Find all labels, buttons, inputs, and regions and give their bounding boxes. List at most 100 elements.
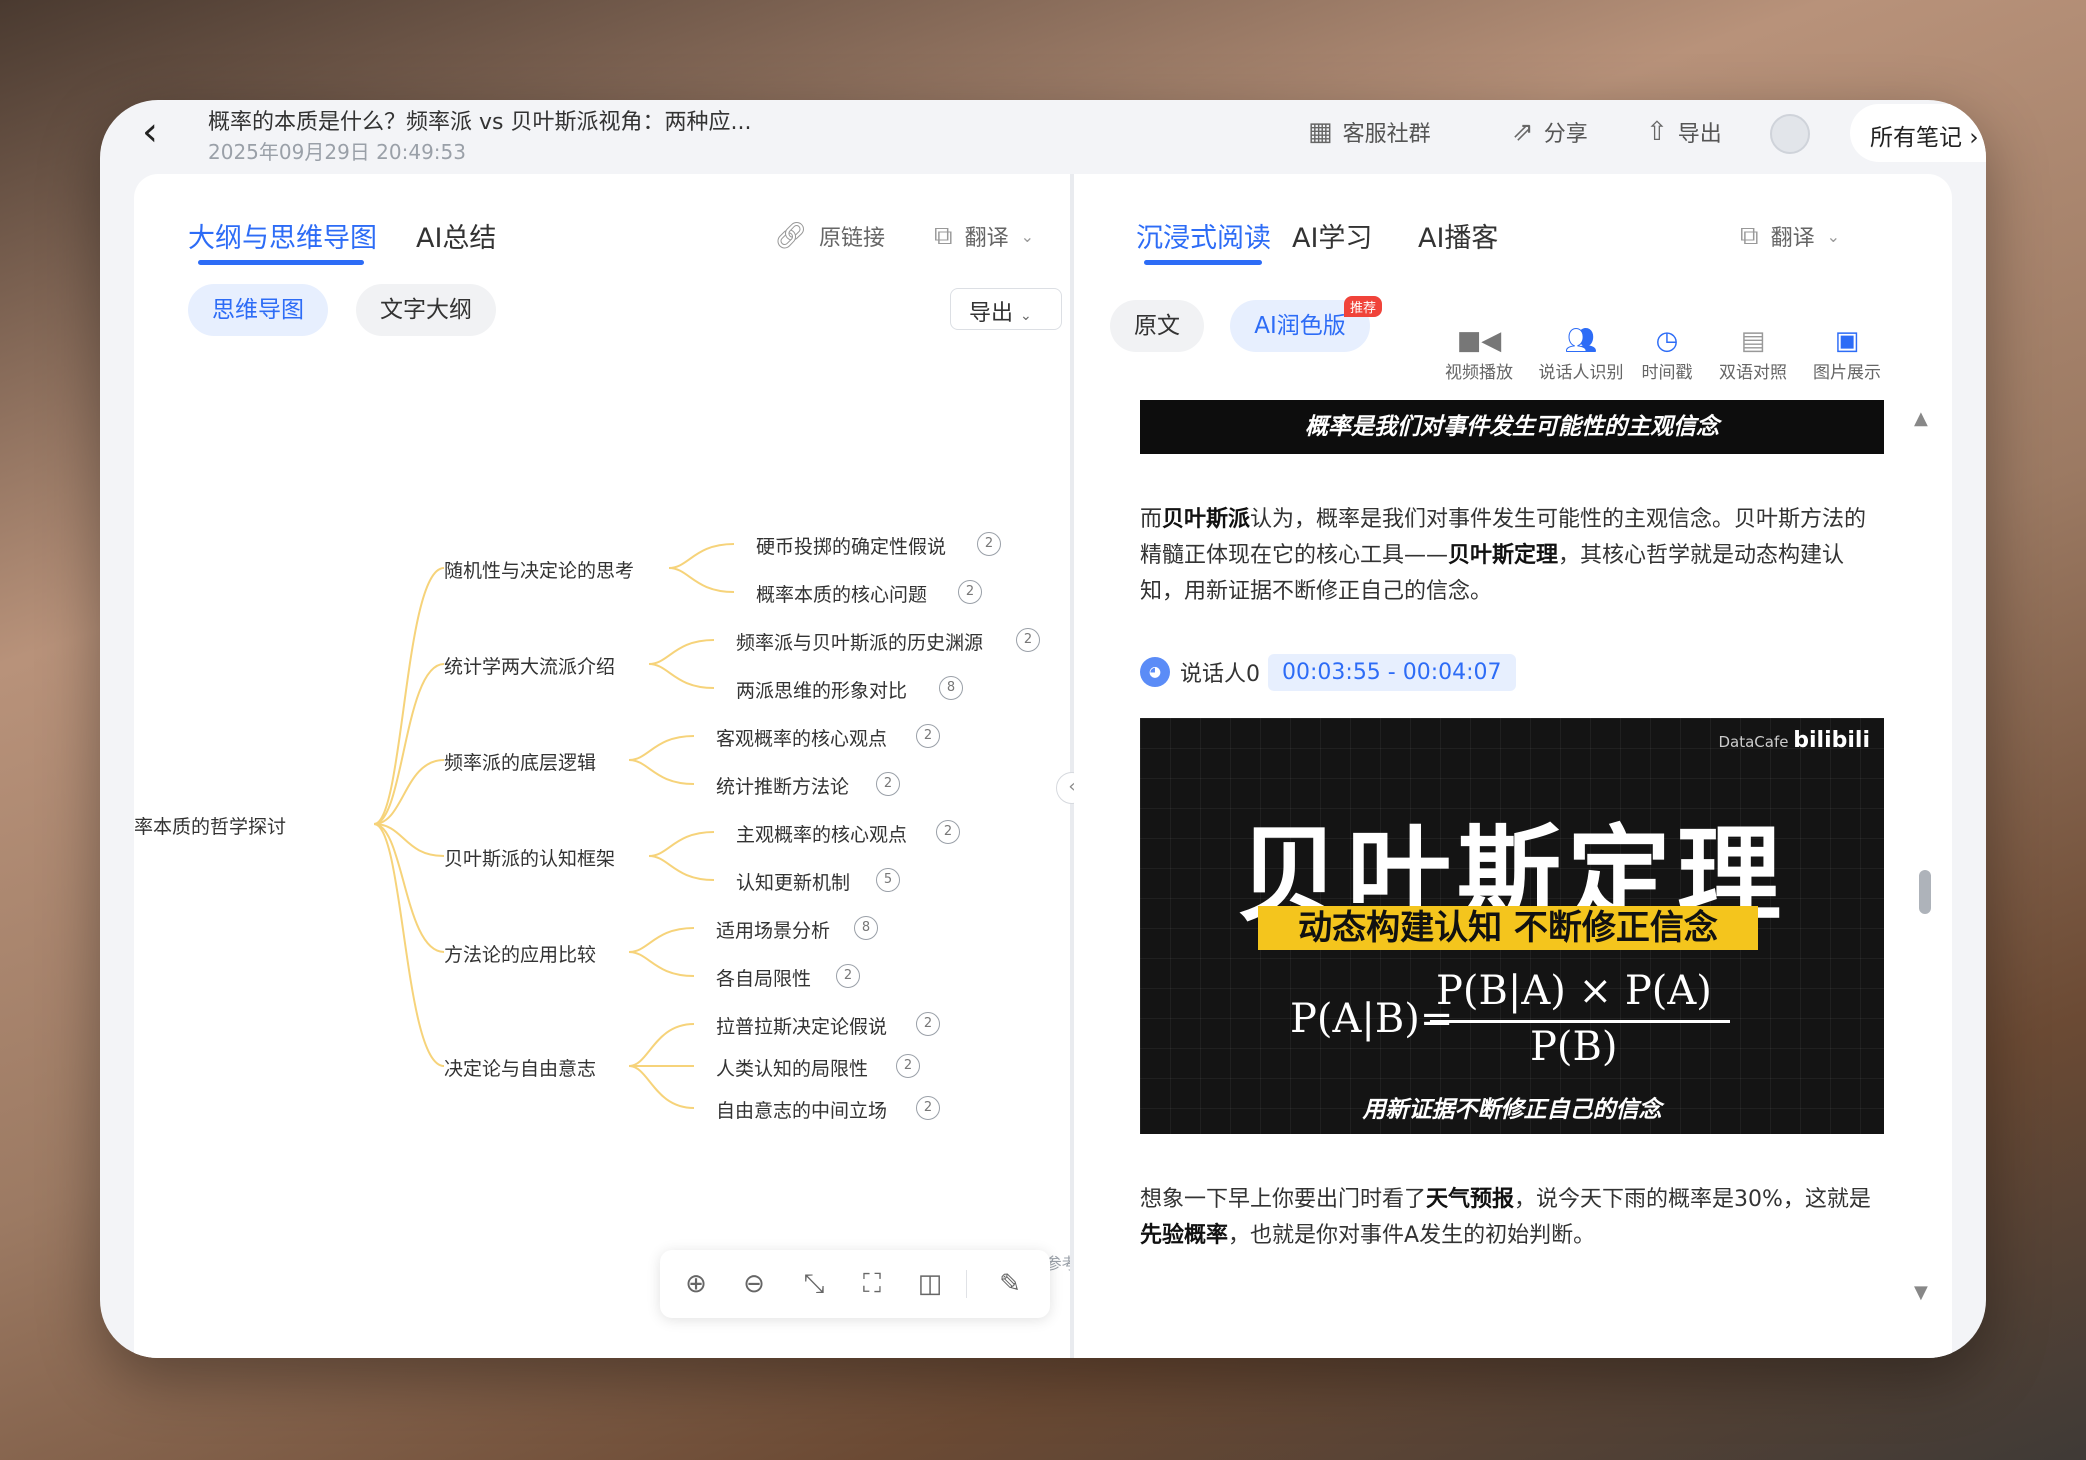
speaker-row: ◕ 说话人0 00:03:55 - 00:04:07 xyxy=(1140,650,1516,694)
mindmap-connector xyxy=(648,639,715,665)
mindmap-connector xyxy=(373,823,445,1067)
mindmap-toolbar: ⊕ ⊖ ⤡ ⛶ ◫ ✎ xyxy=(660,1250,1050,1318)
count-badge: 2 xyxy=(836,964,860,988)
mindmap-connector xyxy=(373,663,445,825)
para-bold: 先验概率 xyxy=(1140,1223,1229,1248)
mindmap-leaf[interactable]: 两派思维的形象对比 xyxy=(736,676,907,703)
mindmap-branch[interactable]: 频率派的底层逻辑 xyxy=(444,748,596,775)
timestamp-badge[interactable]: 00:03:55 - 00:04:07 xyxy=(1268,653,1516,691)
mindmap-leaf[interactable]: 各自局限性 xyxy=(716,964,811,991)
tab-ai-podcast[interactable]: AI播客 xyxy=(1418,216,1498,255)
side-panel-icon[interactable]: ◫ xyxy=(912,1266,948,1302)
scroll-down-arrow-icon[interactable]: ▼ xyxy=(1914,1282,1928,1303)
speaker-name[interactable]: 说话人0 xyxy=(1180,656,1260,688)
mindmap-connector xyxy=(648,831,715,857)
mindmap-leaf[interactable]: 客观概率的核心观点 xyxy=(716,724,887,751)
translate-right-button[interactable]: ⧉ 翻译 ⌄ xyxy=(1740,220,1840,252)
export-top-button[interactable]: ⇧ 导出 xyxy=(1646,116,1722,148)
para-text: 想象一下早上你要出门时看了 xyxy=(1140,1187,1427,1212)
speaker-avatar-icon: ◕ xyxy=(1140,657,1170,687)
count-badge: 2 xyxy=(1016,628,1040,652)
tab-ai-learning[interactable]: AI学习 xyxy=(1292,216,1372,255)
mindmap-connector xyxy=(668,543,735,569)
count-badge: 5 xyxy=(876,868,900,892)
count-badge: 8 xyxy=(939,676,963,700)
fraction-bar xyxy=(1430,1020,1730,1023)
para-text: ，也就是你对事件A发生的初始判断。 xyxy=(1228,1223,1596,1248)
feature-label: 图片展示 xyxy=(1813,363,1881,383)
share-label: 分享 xyxy=(1543,122,1588,147)
brand-name: DataCafe xyxy=(1718,733,1789,751)
zoom-in-icon[interactable]: ⊕ xyxy=(678,1266,714,1302)
video-brand: DataCafe bilibili xyxy=(1718,728,1870,753)
mindmap-branch[interactable]: 决定论与自由意志 xyxy=(444,1054,596,1081)
mindmap-root[interactable]: 率本质的哲学探讨 xyxy=(134,812,364,839)
mindmap-leaf[interactable]: 频率派与贝叶斯派的历史渊源 xyxy=(736,628,983,655)
chevron-down-icon: ⌄ xyxy=(1826,226,1840,246)
feature-bilingual[interactable]: ▤ 双语对照 xyxy=(1708,324,1798,383)
mindmap-leaf[interactable]: 自由意志的中间立场 xyxy=(716,1096,887,1123)
para-bold: 贝叶斯定理 xyxy=(1448,543,1559,568)
upload-icon: ⇧ xyxy=(1646,117,1668,147)
scrollbar-thumb[interactable] xyxy=(1919,870,1931,914)
zoom-out-icon[interactable]: ⊖ xyxy=(736,1266,772,1302)
mindmap-leaf[interactable]: 统计推断方法论 xyxy=(716,772,849,799)
mindmap-leaf[interactable]: 主观概率的核心观点 xyxy=(736,820,907,847)
feature-label: 时间戳 xyxy=(1641,363,1693,383)
mindmap-leaf[interactable]: 适用场景分析 xyxy=(716,916,830,943)
mindmap-leaf[interactable]: 人类认知的局限性 xyxy=(716,1054,868,1081)
count-badge: 8 xyxy=(854,916,878,940)
feature-speaker-id[interactable]: 👥︎ 说话人识别 xyxy=(1536,324,1626,383)
top-bar: ‹ 概率的本质是什么？频率派 vs 贝叶斯派视角：两种应... 2025年09月… xyxy=(100,100,1986,174)
count-badge: 2 xyxy=(916,1012,940,1036)
mindmap-leaf[interactable]: 概率本质的核心问题 xyxy=(756,580,927,607)
mindmap-connector xyxy=(628,1065,695,1109)
fullscreen-icon[interactable]: ⛶ xyxy=(854,1266,890,1302)
mindmap-connector xyxy=(668,567,735,593)
share-button[interactable]: ⇗ 分享 xyxy=(1512,116,1588,148)
tab-immersive-reading[interactable]: 沉浸式阅读 xyxy=(1136,216,1271,255)
count-badge: 2 xyxy=(977,532,1001,556)
feature-label: 说话人识别 xyxy=(1538,363,1624,383)
mindmap-branch[interactable]: 统计学两大流派介绍 xyxy=(444,652,615,679)
toolbar-divider xyxy=(966,1270,967,1298)
count-badge: 2 xyxy=(936,820,960,844)
video-frame[interactable]: DataCafe bilibili 贝叶斯定理 动态构建认知 不断修正信念 P(… xyxy=(1140,718,1884,1134)
video-caption: 用新证据不断修正自己的信念 xyxy=(1362,1097,1662,1123)
scroll-up-arrow-icon[interactable]: ▲ xyxy=(1914,408,1928,429)
document-date: 2025年09月29日 20:49:53 xyxy=(208,140,466,164)
count-badge: 2 xyxy=(916,1096,940,1120)
mindmap-leaf[interactable]: 硬币投掷的确定性假说 xyxy=(756,532,946,559)
clock-icon: ◷ xyxy=(1655,326,1679,356)
all-notes-button[interactable]: 所有笔记 › xyxy=(1850,104,1986,162)
mindmap-branch[interactable]: 贝叶斯派的认知框架 xyxy=(444,844,615,871)
avatar[interactable] xyxy=(1770,114,1810,154)
mindmap-connector xyxy=(628,951,695,977)
subtab-original[interactable]: 原文 xyxy=(1110,300,1204,352)
edit-pencil-icon[interactable]: ✎ xyxy=(992,1266,1028,1302)
back-arrow-icon[interactable]: ‹ xyxy=(142,112,178,152)
community-button[interactable]: ▦ 客服社群 xyxy=(1308,116,1431,148)
bilibili-logo: bilibili xyxy=(1793,728,1870,753)
transcript-paragraph: 而贝叶斯派认为，概率是我们对事件发生可能性的主观信念。贝叶斯方法的精髓正体现在它… xyxy=(1140,502,1884,610)
mindmap-leaf[interactable]: 认知更新机制 xyxy=(736,868,850,895)
count-badge: 2 xyxy=(896,1054,920,1078)
para-text: 而 xyxy=(1140,507,1163,532)
document-title: 概率的本质是什么？频率派 vs 贝叶斯派视角：两种应... xyxy=(208,110,752,135)
export-top-label: 导出 xyxy=(1677,122,1722,147)
chevron-right-icon: › xyxy=(1969,125,1979,151)
mindmap-branch[interactable]: 方法论的应用比较 xyxy=(444,940,596,967)
formula-denominator: P(B) xyxy=(1530,1024,1618,1070)
transcript-content: 概率是我们对事件发生可能性的主观信念 而贝叶斯派认为，概率是我们对事件发生可能性… xyxy=(1140,400,1884,1302)
feature-image-display[interactable]: ▣ 图片展示 xyxy=(1802,324,1892,383)
para-bold: 贝叶斯派 xyxy=(1162,507,1251,532)
outline-panel: 大纲与思维导图 AI总结 🔗︎ 原链接 ⧉ 翻译 ⌄ 思维导图 文字大纲 导出 … xyxy=(134,174,1070,1358)
feature-timestamp[interactable]: ◷ 时间戳 xyxy=(1622,324,1712,383)
mindmap-leaf[interactable]: 拉普拉斯决定论假说 xyxy=(716,1012,887,1039)
tab-underline xyxy=(1144,260,1262,265)
collapse-icon[interactable]: ⤡ xyxy=(796,1266,832,1302)
count-badge: 2 xyxy=(876,772,900,796)
mindmap-branch[interactable]: 随机性与决定论的思考 xyxy=(444,556,634,583)
feature-video-play[interactable]: ■◀ 视频播放 xyxy=(1434,324,1524,383)
image-banner: 概率是我们对事件发生可能性的主观信念 xyxy=(1140,400,1884,454)
